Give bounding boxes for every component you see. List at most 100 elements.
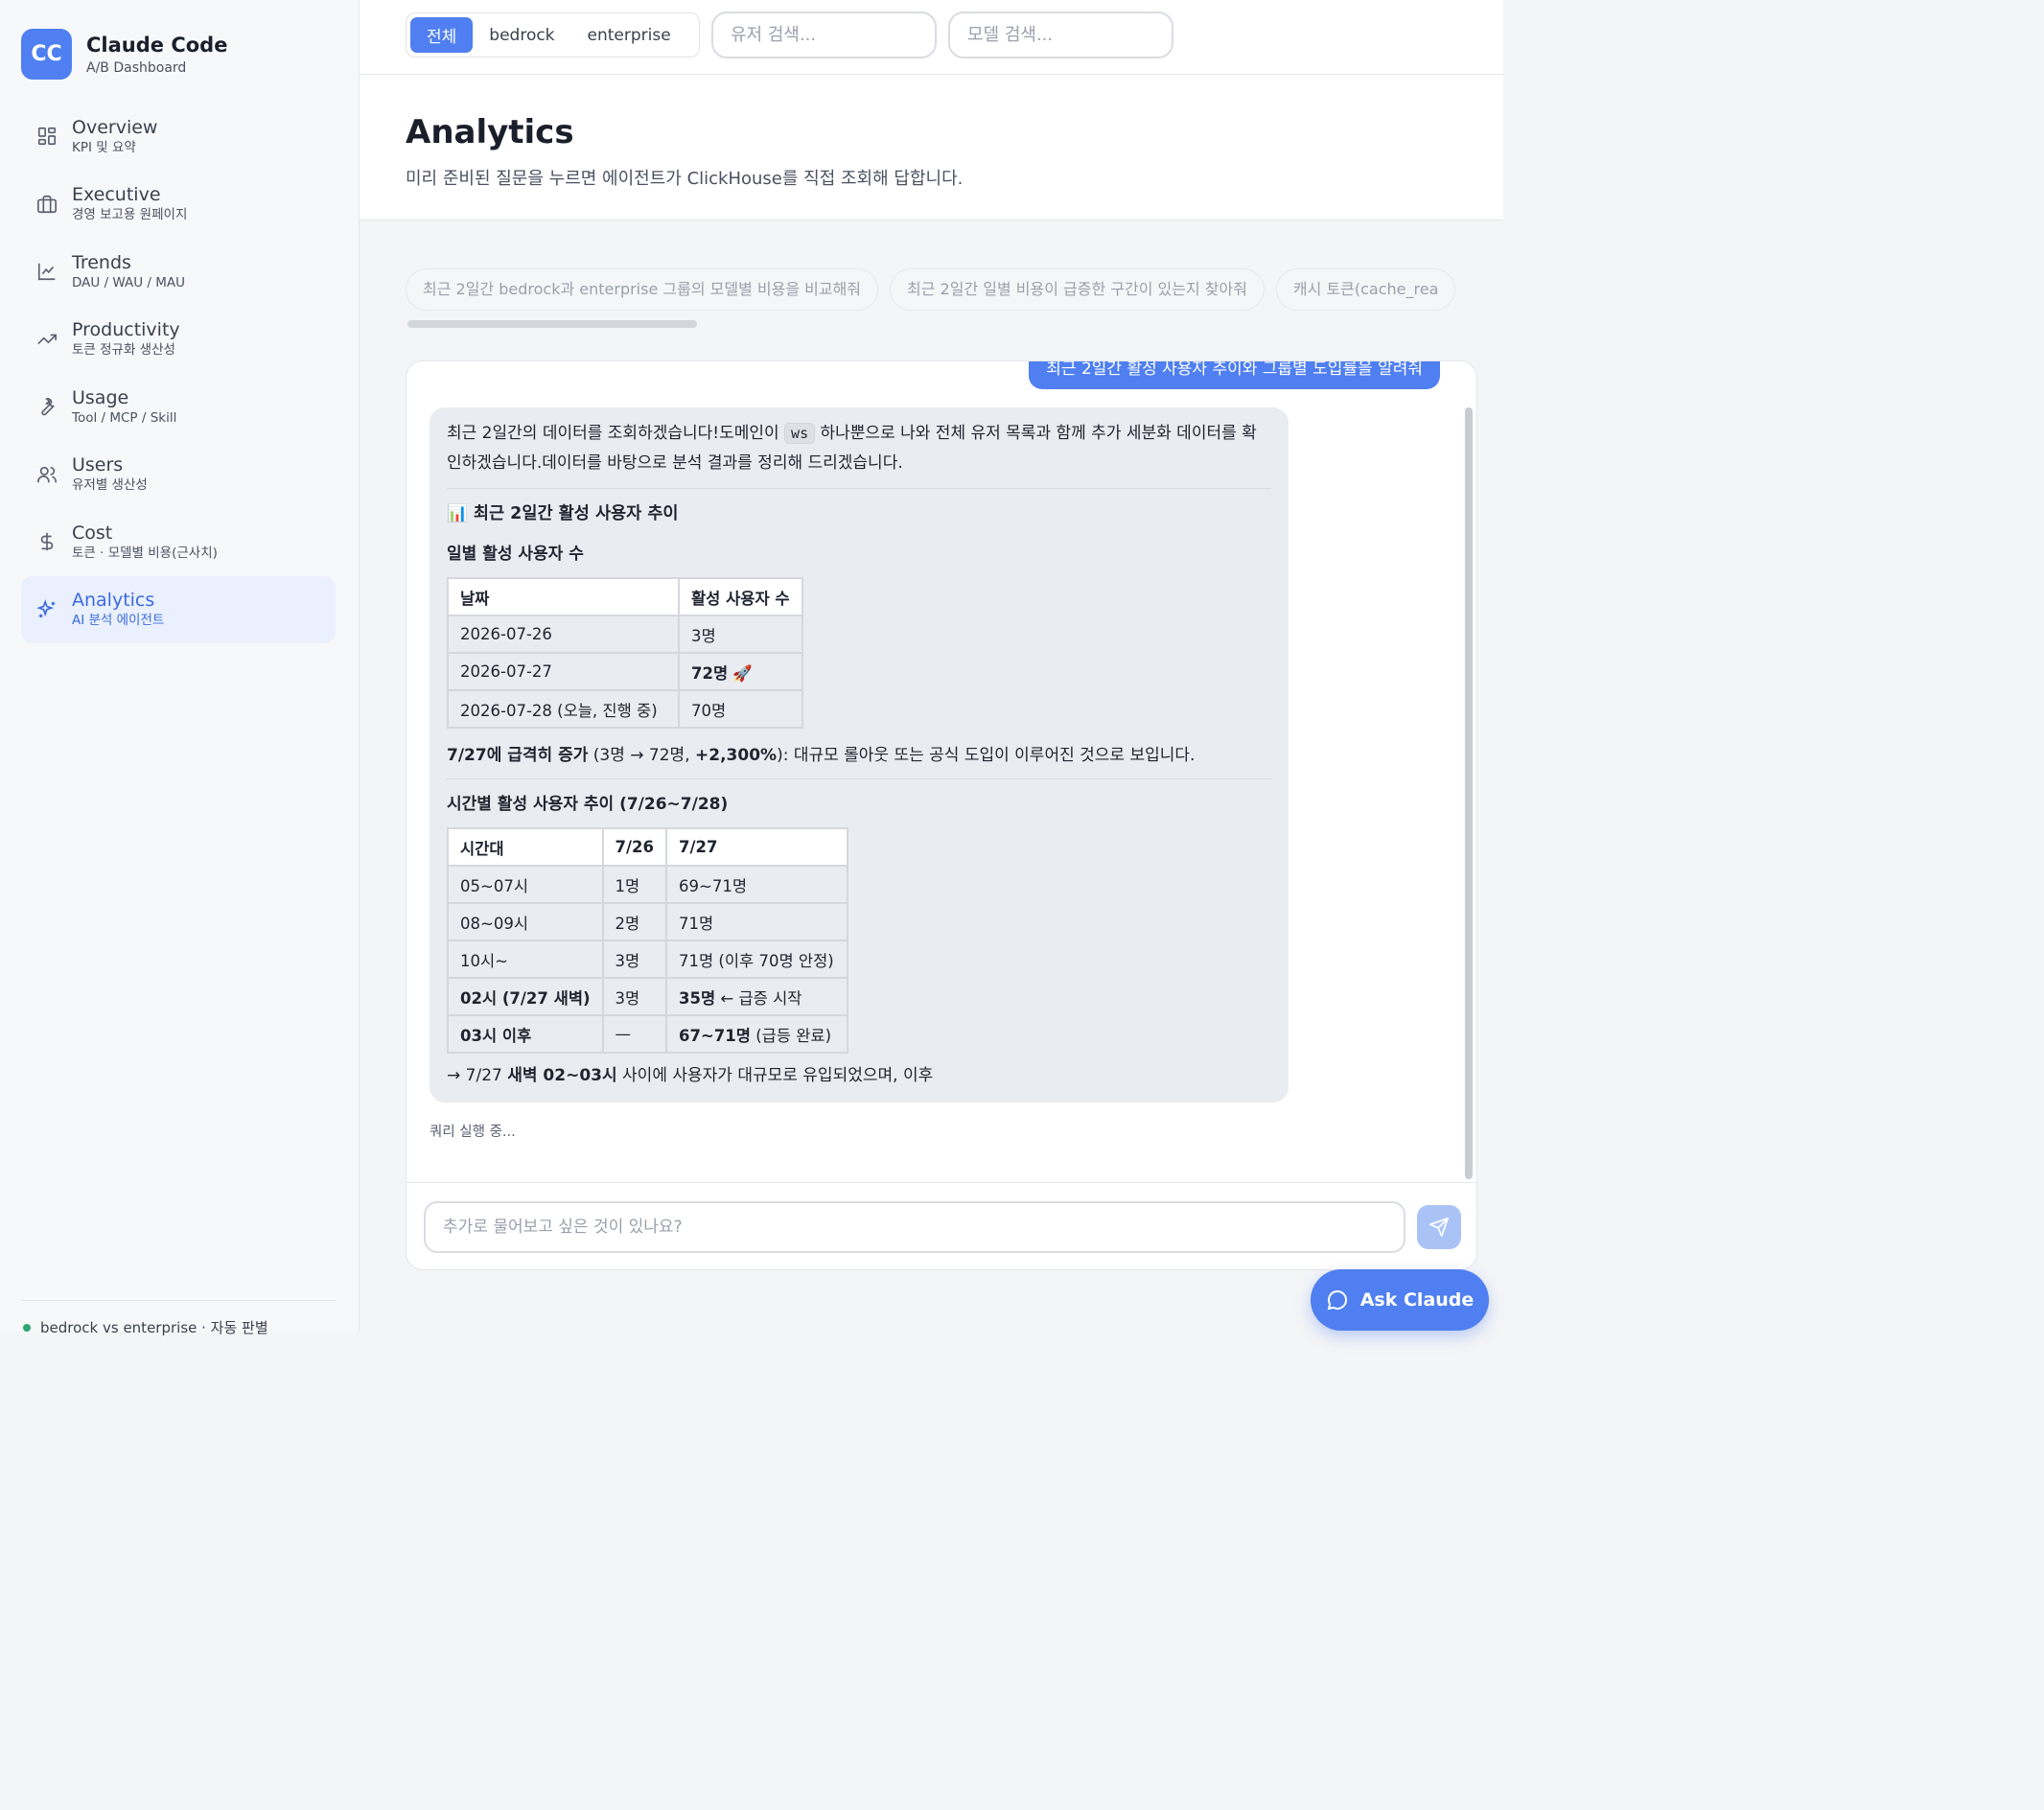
divider xyxy=(447,488,1271,489)
chat-input[interactable] xyxy=(424,1201,1405,1253)
table-cell: 1명 xyxy=(601,865,668,904)
summary-percent: +2,300% xyxy=(695,746,778,765)
sidebar-item-label: Executive xyxy=(72,184,161,206)
table-row: 2026-07-27 72명 🚀 xyxy=(447,652,803,691)
table-row: 10시~ 3명 71명 (이후 70명 안정) xyxy=(447,940,849,979)
table-cell: 3명 xyxy=(601,977,668,1016)
table-row: 02시 (7/27 새벽) 3명 35명 ← 급증 시작 xyxy=(447,977,849,1016)
sidebar-item-analytics[interactable]: Analytics AI 분석 에이전트 xyxy=(21,575,336,643)
table-cell: 71명 (이후 70명 안정) xyxy=(665,940,849,979)
segment-enterprise[interactable]: enterprise xyxy=(571,17,687,53)
cell-note: (급등 완료) xyxy=(750,1026,832,1045)
model-search-input[interactable] xyxy=(948,12,1173,58)
suggestion-chips: 최근 2일간 bedrock과 enterprise 그룹의 모델별 비용을 비… xyxy=(406,268,1503,311)
table-header-cell: 날짜 xyxy=(447,577,680,616)
brand-subtitle: A/B Dashboard xyxy=(86,59,187,76)
table-cell: 08~09시 xyxy=(447,902,604,941)
sidebar-item-productivity[interactable]: Productivity 토큰 정규화 생산성 xyxy=(21,306,336,374)
table-row: 03시 이후 — 67~71명 (급등 완료) xyxy=(447,1014,849,1054)
sidebar-item-cost[interactable]: Cost 토큰 · 모델별 비용(근사치) xyxy=(21,508,336,576)
sidebar-item-label: Productivity xyxy=(72,319,180,341)
group-segmented-control: 전체 bedrock enterprise xyxy=(406,12,700,58)
chips-scrollbar[interactable] xyxy=(407,320,697,328)
divider xyxy=(447,778,1271,779)
daily-summary: 7/27에 급격히 증가 (3명 → 72명, +2,300%): 대규모 롤아… xyxy=(447,741,1271,771)
sidebar-item-sub: AI 분석 에이전트 xyxy=(72,613,165,629)
brand-logo: CC xyxy=(21,29,72,80)
table-header-cell: 7/27 xyxy=(665,827,849,867)
grid-icon xyxy=(35,124,59,149)
sidebar: CC Claude Code A/B Dashboard Overview KP… xyxy=(0,0,360,1336)
sidebar-item-label: Users xyxy=(72,454,124,476)
table-row: 05~07시 1명 69~71명 xyxy=(447,865,849,904)
brand[interactable]: CC Claude Code A/B Dashboard xyxy=(21,29,227,80)
hourly-summary-highlight: 새벽 02~03시 xyxy=(507,1066,617,1085)
cell-value: 67~71명 xyxy=(679,1026,751,1045)
sidebar-item-label: Usage xyxy=(72,386,129,408)
table-cell: 3명 xyxy=(601,940,668,979)
table-cell: 67~71명 (급등 완료) xyxy=(665,1014,849,1054)
table-cell: 02시 (7/27 새벽) xyxy=(447,977,604,1016)
send-icon xyxy=(1428,1217,1450,1238)
table-cell: 2026-07-26 xyxy=(447,615,680,654)
cell-value: 35명 xyxy=(679,988,716,1008)
table-cell: 72명 🚀 xyxy=(678,652,803,691)
inline-code: ws xyxy=(784,423,816,444)
query-status: 쿼리 실행 중... xyxy=(430,1125,516,1140)
hourly-users-table: 시간대 7/26 7/27 05~07시 1명 69~71명 08~09시 2명… xyxy=(447,827,849,1054)
sidebar-item-label: Trends xyxy=(72,251,131,273)
suggestion-chip[interactable]: 최근 2일간 bedrock과 enterprise 그룹의 모델별 비용을 비… xyxy=(406,268,879,311)
table-cell: 05~07시 xyxy=(447,865,604,904)
sidebar-item-users[interactable]: Users 유저별 생산성 xyxy=(21,441,336,509)
segment-all[interactable]: 전체 xyxy=(410,17,474,53)
briefcase-icon xyxy=(35,192,59,217)
ask-claude-button[interactable]: Ask Claude xyxy=(1311,1269,1489,1331)
table-cell: 2명 xyxy=(601,902,668,941)
sidebar-item-sub: KPI 및 요약 xyxy=(72,139,136,155)
user-search-input[interactable] xyxy=(711,12,937,58)
summary-text-2: ): 대규모 롤아웃 또는 공식 도입이 이루어진 것으로 보입니다. xyxy=(777,746,1196,765)
chat-scrollbar-thumb[interactable] xyxy=(1465,407,1473,1179)
bar-chart-icon: 📊 xyxy=(447,504,468,523)
chat-bubble-icon xyxy=(1326,1288,1349,1311)
table-row: 2026-07-26 3명 xyxy=(447,615,803,654)
page-title: Analytics xyxy=(406,113,574,151)
sidebar-divider xyxy=(21,1300,336,1301)
page-header: Analytics 미리 준비된 질문을 누르면 에이전트가 ClickHous… xyxy=(360,75,1503,220)
summary-text: (3명 → 72명, xyxy=(588,746,695,765)
table-cell: 03시 이후 xyxy=(447,1014,604,1054)
summary-highlight: 7/27에 급격히 증가 xyxy=(447,746,589,765)
segment-bedrock[interactable]: bedrock xyxy=(473,17,570,53)
sidebar-item-executive[interactable]: Executive 경영 보고용 원페이지 xyxy=(21,171,336,239)
table-cell: 71명 xyxy=(665,902,849,941)
table-cell: 2026-07-27 xyxy=(447,652,680,691)
sidebar-footer: bedrock vs enterprise · 자동 판별 xyxy=(23,1317,268,1337)
ask-claude-label: Ask Claude xyxy=(1359,1289,1475,1311)
sidebar-item-label: Overview xyxy=(72,116,158,138)
hourly-summary: → 7/27 새벽 02~03시 사이에 사용자가 대규모로 유입되었으며, 이… xyxy=(447,1061,1271,1091)
sparkles-icon xyxy=(35,597,59,622)
chat-panel: 최근 2일간 활성 사용자 추이와 그룹별 도입률을 알려줘 최근 2일간의 데… xyxy=(406,360,1477,1270)
sidebar-item-trends[interactable]: Trends DAU / WAU / MAU xyxy=(21,238,336,306)
top-bar: 전체 bedrock enterprise xyxy=(360,0,1503,75)
brand-title: Claude Code xyxy=(86,33,228,57)
table-header-cell: 시간대 xyxy=(447,827,604,867)
table-cell: — xyxy=(601,1014,668,1054)
sidebar-item-usage[interactable]: Usage Tool / MCP / Skill xyxy=(21,373,336,441)
sidebar-item-sub: 토큰 정규화 생산성 xyxy=(72,342,175,359)
sidebar-item-overview[interactable]: Overview KPI 및 요약 xyxy=(21,103,336,171)
sidebar-item-label: Analytics xyxy=(72,590,155,612)
hourly-summary-text: → 7/27 xyxy=(447,1066,508,1085)
suggestion-chip[interactable]: 최근 2일간 일별 비용이 급증한 구간이 있는지 찾아줘 xyxy=(890,268,1265,311)
sidebar-item-sub: 토큰 · 모델별 비용(근사치) xyxy=(72,545,218,561)
table-cell: 3명 xyxy=(678,615,803,654)
dollar-icon xyxy=(35,529,59,554)
send-button[interactable] xyxy=(1417,1205,1461,1249)
suggestion-chip[interactable]: 캐시 토큰(cache_rea xyxy=(1275,268,1456,311)
cell-note: ← 급증 시작 xyxy=(715,988,802,1008)
table-header-cell: 활성 사용자 수 xyxy=(678,577,803,616)
daily-users-table: 날짜 활성 사용자 수 2026-07-26 3명 2026-07-27 72명… xyxy=(447,577,803,729)
sidebar-item-label: Cost xyxy=(72,522,113,544)
line-chart-icon xyxy=(35,259,59,284)
cell-value: 72명 xyxy=(691,663,729,683)
